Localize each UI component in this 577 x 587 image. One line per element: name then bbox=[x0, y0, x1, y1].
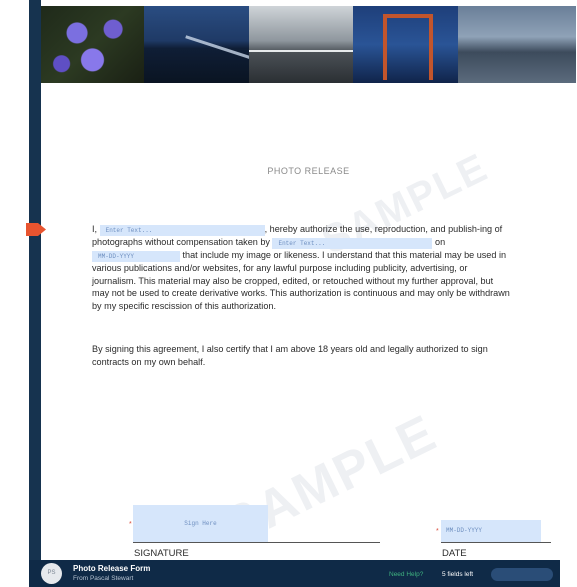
need-help-link[interactable]: Need Help? bbox=[389, 571, 423, 578]
pier-photo bbox=[249, 6, 353, 83]
shoot-date-field[interactable]: MM-DD-YYYY bbox=[92, 251, 180, 262]
red-bridge-photo bbox=[353, 6, 458, 83]
form-name: Photo Release Form bbox=[73, 564, 151, 573]
flowers-photo bbox=[41, 6, 144, 83]
signature-field[interactable]: Sign Here bbox=[133, 505, 268, 542]
release-paragraph: I, Enter Text..., hereby authorize the u… bbox=[92, 223, 512, 313]
bay-mountains-photo bbox=[458, 6, 576, 83]
signature-line bbox=[133, 542, 380, 543]
night-bridge-photo bbox=[144, 6, 249, 83]
date-field[interactable]: MM-DD-YYYY bbox=[441, 520, 541, 542]
name-field[interactable]: Enter Text... bbox=[99, 225, 265, 236]
document-page: SAMPLE SAMPLE PHOTO RELEASE I, Enter Tex… bbox=[41, 0, 576, 560]
footer-bar: PS Photo Release Form From Pascal Stewar… bbox=[29, 560, 560, 587]
next-button[interactable] bbox=[491, 568, 553, 581]
photo-banner bbox=[41, 6, 576, 83]
signature-label: SIGNATURE bbox=[134, 548, 189, 559]
required-marker: * bbox=[129, 521, 132, 528]
form-sender: From Pascal Stewart bbox=[73, 575, 134, 582]
fields-left-count: 5 fields left bbox=[442, 571, 474, 578]
document-title: PHOTO RELEASE bbox=[267, 166, 350, 176]
date-line bbox=[441, 542, 551, 543]
text-segment: I, bbox=[92, 224, 98, 234]
avatar: PS bbox=[41, 563, 62, 584]
date-label: DATE bbox=[442, 548, 467, 559]
photographer-field[interactable]: Enter Text... bbox=[272, 238, 433, 249]
text-segment: on bbox=[435, 237, 446, 247]
required-marker: * bbox=[436, 528, 439, 535]
certification-paragraph: By signing this agreement, I also certif… bbox=[92, 344, 488, 367]
